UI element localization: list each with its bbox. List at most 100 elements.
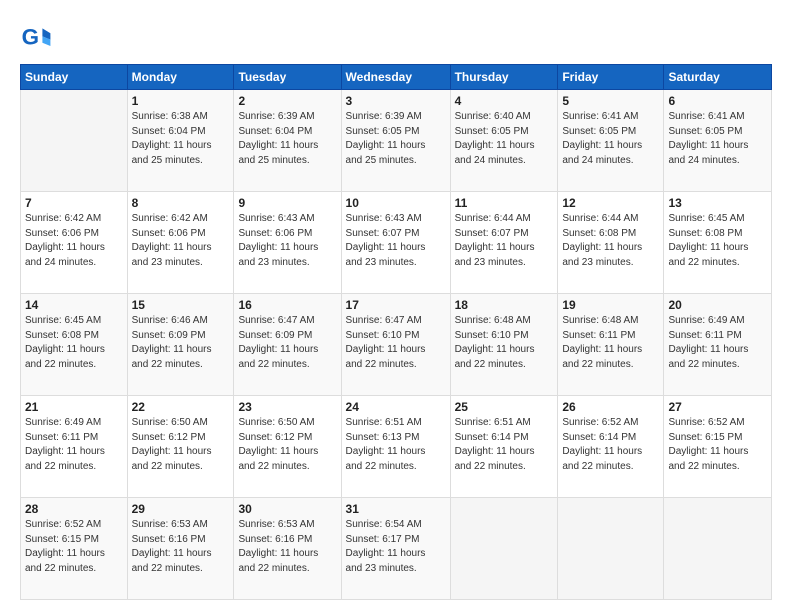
- calendar-cell: [558, 498, 664, 600]
- calendar-cell: 14 Sunrise: 6:45 AM Sunset: 6:08 PM Dayli…: [21, 294, 128, 396]
- calendar-header-tuesday: Tuesday: [234, 65, 341, 90]
- calendar-week-row: 1 Sunrise: 6:38 AM Sunset: 6:04 PM Daylig…: [21, 90, 772, 192]
- day-number: 11: [455, 196, 554, 210]
- day-detail: Sunrise: 6:53 AM Sunset: 6:16 PM Dayligh…: [132, 518, 230, 576]
- calendar-cell: 15Sunrise: 6:46 AM Sunset: 6:09 PM Dayli…: [127, 294, 234, 396]
- calendar-header-thursday: Thursday: [450, 65, 558, 90]
- day-number: 8: [132, 196, 230, 210]
- calendar-cell: 25Sunrise: 6:51 AM Sunset: 6:14 PM Dayli…: [450, 396, 558, 498]
- logo: G: [20, 22, 56, 54]
- day-number: 24: [346, 400, 446, 414]
- calendar-header-saturday: Saturday: [664, 65, 772, 90]
- calendar-cell: 4Sunrise: 6:40 AM Sunset: 6:05 PM Daylig…: [450, 90, 558, 192]
- day-number: 31: [346, 502, 446, 516]
- day-number: 26: [562, 400, 659, 414]
- day-detail: Sunrise: 6:48 AM Sunset: 6:11 PM Dayligh…: [562, 314, 659, 372]
- day-detail: Sunrise: 6:41 AM Sunset: 6:05 PM Dayligh…: [562, 110, 659, 168]
- day-number: 30: [238, 502, 336, 516]
- day-number: 1: [132, 94, 230, 108]
- day-number: 10: [346, 196, 446, 210]
- day-number: 17: [346, 298, 446, 312]
- day-number: 7: [25, 196, 123, 210]
- calendar-cell: 19Sunrise: 6:48 AM Sunset: 6:11 PM Dayli…: [558, 294, 664, 396]
- calendar-header-monday: Monday: [127, 65, 234, 90]
- calendar-cell: 10 Sunrise: 6:43 AM Sunset: 6:07 PM Dayli…: [341, 192, 450, 294]
- day-number: 4: [455, 94, 554, 108]
- calendar-cell: [21, 90, 128, 192]
- calendar-cell: 21Sunrise: 6:49 AM Sunset: 6:11 PM Dayli…: [21, 396, 128, 498]
- day-number: 5: [562, 94, 659, 108]
- calendar-week-row: 21Sunrise: 6:49 AM Sunset: 6:11 PM Dayli…: [21, 396, 772, 498]
- day-number: 21: [25, 400, 123, 414]
- day-number: 2: [238, 94, 336, 108]
- day-detail: Sunrise: 6:49 AM Sunset: 6:11 PM Dayligh…: [668, 314, 767, 372]
- day-number: 28: [25, 502, 123, 516]
- header: G: [20, 18, 772, 54]
- day-detail: Sunrise: 6:39 AM Sunset: 6:05 PM Dayligh…: [346, 110, 446, 168]
- day-detail: Sunrise: 6:45 AM Sunset: 6:08 PM Dayligh…: [25, 314, 123, 372]
- day-detail: Sunrise: 6:44 AM Sunset: 6:07 PM Dayligh…: [455, 212, 554, 270]
- calendar-cell: 27 Sunrise: 6:52 AM Sunset: 6:15 PM Dayli…: [664, 396, 772, 498]
- calendar-cell: 6Sunrise: 6:41 AM Sunset: 6:05 PM Daylig…: [664, 90, 772, 192]
- calendar-cell: 13 Sunrise: 6:45 AM Sunset: 6:08 PM Dayli…: [664, 192, 772, 294]
- calendar-cell: 2 Sunrise: 6:39 AM Sunset: 6:04 PM Daylig…: [234, 90, 341, 192]
- calendar-header-row: SundayMondayTuesdayWednesdayThursdayFrid…: [21, 65, 772, 90]
- calendar-week-row: 7Sunrise: 6:42 AM Sunset: 6:06 PM Daylig…: [21, 192, 772, 294]
- calendar-cell: [450, 498, 558, 600]
- day-number: 29: [132, 502, 230, 516]
- day-number: 9: [238, 196, 336, 210]
- day-number: 13: [668, 196, 767, 210]
- day-number: 23: [238, 400, 336, 414]
- svg-text:G: G: [22, 24, 39, 49]
- day-number: 14: [25, 298, 123, 312]
- calendar-cell: 5 Sunrise: 6:41 AM Sunset: 6:05 PM Daylig…: [558, 90, 664, 192]
- calendar-header-sunday: Sunday: [21, 65, 128, 90]
- day-number: 27: [668, 400, 767, 414]
- calendar-cell: 22Sunrise: 6:50 AM Sunset: 6:12 PM Dayli…: [127, 396, 234, 498]
- day-detail: Sunrise: 6:44 AM Sunset: 6:08 PM Dayligh…: [562, 212, 659, 270]
- day-detail: Sunrise: 6:43 AM Sunset: 6:06 PM Dayligh…: [238, 212, 336, 270]
- calendar-table: SundayMondayTuesdayWednesdayThursdayFrid…: [20, 64, 772, 600]
- calendar-cell: 20 Sunrise: 6:49 AM Sunset: 6:11 PM Dayli…: [664, 294, 772, 396]
- calendar-cell: 31 Sunrise: 6:54 AM Sunset: 6:17 PM Dayli…: [341, 498, 450, 600]
- day-number: 12: [562, 196, 659, 210]
- day-detail: Sunrise: 6:53 AM Sunset: 6:16 PM Dayligh…: [238, 518, 336, 576]
- day-number: 3: [346, 94, 446, 108]
- calendar-cell: 26 Sunrise: 6:52 AM Sunset: 6:14 PM Dayli…: [558, 396, 664, 498]
- page: G SundayMondayTuesdayWednesdayThursdayFr…: [0, 0, 792, 612]
- calendar-cell: 7Sunrise: 6:42 AM Sunset: 6:06 PM Daylig…: [21, 192, 128, 294]
- day-detail: Sunrise: 6:45 AM Sunset: 6:08 PM Dayligh…: [668, 212, 767, 270]
- day-detail: Sunrise: 6:51 AM Sunset: 6:14 PM Dayligh…: [455, 416, 554, 474]
- calendar-cell: 30 Sunrise: 6:53 AM Sunset: 6:16 PM Dayli…: [234, 498, 341, 600]
- day-detail: Sunrise: 6:41 AM Sunset: 6:05 PM Dayligh…: [668, 110, 767, 168]
- calendar-cell: 3 Sunrise: 6:39 AM Sunset: 6:05 PM Daylig…: [341, 90, 450, 192]
- calendar-header-wednesday: Wednesday: [341, 65, 450, 90]
- calendar-cell: 1 Sunrise: 6:38 AM Sunset: 6:04 PM Daylig…: [127, 90, 234, 192]
- day-number: 18: [455, 298, 554, 312]
- calendar-cell: 12 Sunrise: 6:44 AM Sunset: 6:08 PM Dayli…: [558, 192, 664, 294]
- day-detail: Sunrise: 6:39 AM Sunset: 6:04 PM Dayligh…: [238, 110, 336, 168]
- day-detail: Sunrise: 6:47 AM Sunset: 6:09 PM Dayligh…: [238, 314, 336, 372]
- logo-icon: G: [20, 22, 52, 54]
- day-detail: Sunrise: 6:54 AM Sunset: 6:17 PM Dayligh…: [346, 518, 446, 576]
- day-detail: Sunrise: 6:38 AM Sunset: 6:04 PM Dayligh…: [132, 110, 230, 168]
- calendar-cell: 16 Sunrise: 6:47 AM Sunset: 6:09 PM Dayli…: [234, 294, 341, 396]
- calendar-week-row: 28 Sunrise: 6:52 AM Sunset: 6:15 PM Dayli…: [21, 498, 772, 600]
- calendar-cell: 23Sunrise: 6:50 AM Sunset: 6:12 PM Dayli…: [234, 396, 341, 498]
- calendar-cell: 18 Sunrise: 6:48 AM Sunset: 6:10 PM Dayli…: [450, 294, 558, 396]
- day-detail: Sunrise: 6:52 AM Sunset: 6:14 PM Dayligh…: [562, 416, 659, 474]
- day-detail: Sunrise: 6:48 AM Sunset: 6:10 PM Dayligh…: [455, 314, 554, 372]
- calendar-header-friday: Friday: [558, 65, 664, 90]
- calendar-cell: 11 Sunrise: 6:44 AM Sunset: 6:07 PM Dayli…: [450, 192, 558, 294]
- calendar-cell: 8Sunrise: 6:42 AM Sunset: 6:06 PM Daylig…: [127, 192, 234, 294]
- calendar-cell: 28 Sunrise: 6:52 AM Sunset: 6:15 PM Dayli…: [21, 498, 128, 600]
- day-number: 16: [238, 298, 336, 312]
- day-detail: Sunrise: 6:43 AM Sunset: 6:07 PM Dayligh…: [346, 212, 446, 270]
- calendar-cell: 9 Sunrise: 6:43 AM Sunset: 6:06 PM Daylig…: [234, 192, 341, 294]
- day-detail: Sunrise: 6:52 AM Sunset: 6:15 PM Dayligh…: [25, 518, 123, 576]
- day-number: 20: [668, 298, 767, 312]
- day-detail: Sunrise: 6:52 AM Sunset: 6:15 PM Dayligh…: [668, 416, 767, 474]
- calendar-week-row: 14 Sunrise: 6:45 AM Sunset: 6:08 PM Dayli…: [21, 294, 772, 396]
- day-number: 15: [132, 298, 230, 312]
- calendar-cell: [664, 498, 772, 600]
